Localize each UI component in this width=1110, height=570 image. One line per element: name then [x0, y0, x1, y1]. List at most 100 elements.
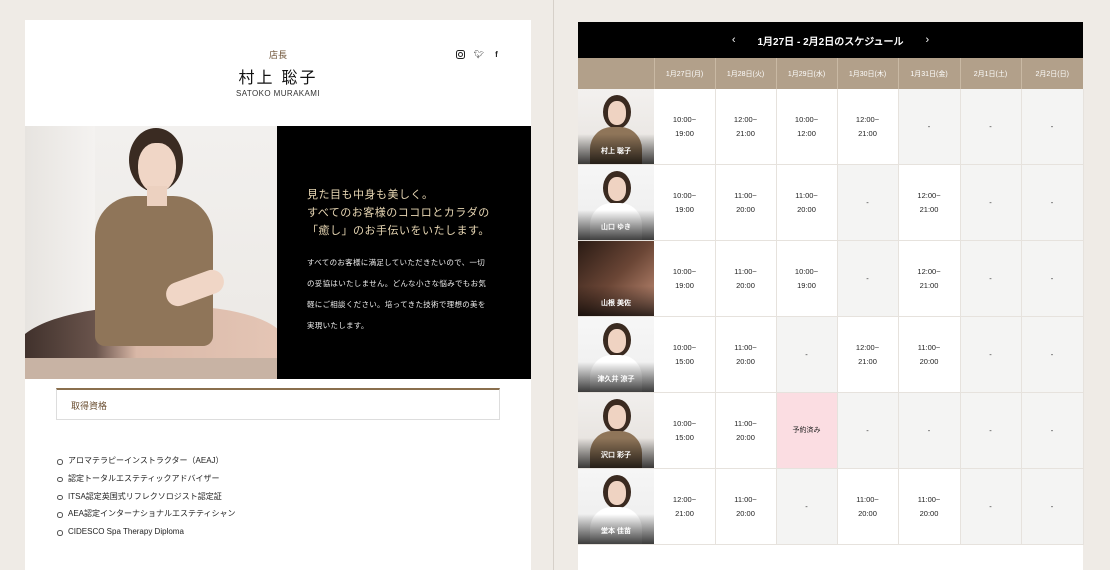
qualification-item: ITSA認定英国式リフレクソロジスト認定証 — [56, 488, 236, 506]
schedule-slot: - — [1021, 468, 1084, 545]
staff-cell[interactable]: 沢口 彩子 — [578, 392, 655, 469]
staff-schedule-row: 堂本 佳苗 12:00~ 21:00 11:00~ 20:00-11:00~ 20:… — [578, 468, 1084, 545]
schedule-slot[interactable]: 12:00~ 21:00 — [715, 89, 777, 165]
qualification-item: AEA認定インターナショナルエステティシャン — [56, 505, 236, 523]
description-line: の妥協はいたしません。どんな小さな悩みでもお気 — [307, 279, 487, 288]
schedule-header: ‹ 1月27日 - 2月2日のスケジュール › — [578, 22, 1083, 58]
schedule-slot: - — [1021, 392, 1084, 469]
profile-hero: 見た目も中身も美しく。 すべてのお客様のココロとカラダの 「癒し」のお手伝いをい… — [25, 126, 531, 379]
schedule-slot: - — [898, 392, 961, 469]
qualifications-title: 取得資格 — [71, 402, 108, 412]
schedule-slot: - — [960, 89, 1022, 165]
staff-name-en: SATOKO MURAKAMI — [236, 89, 320, 98]
lead-line: すべてのお客様のココロとカラダの — [307, 206, 490, 219]
schedule-slot[interactable]: 11:00~ 20:00 — [898, 316, 961, 393]
staff-cell[interactable]: 村上 聡子 — [578, 89, 655, 165]
schedule-slot: - — [960, 164, 1022, 241]
staff-schedule-row: 村上 聡子 10:00~ 19:00 12:00~ 21:00 10:00~ 12:0… — [578, 89, 1084, 165]
day-header: 1月27日(月) — [654, 58, 716, 89]
schedule-slot: - — [1021, 164, 1084, 241]
schedule-slot[interactable]: 10:00~ 15:00 — [654, 316, 716, 393]
schedule-slot: - — [1021, 316, 1084, 393]
schedule-slot[interactable]: 12:00~ 21:00 — [837, 316, 899, 393]
schedule-slot[interactable]: 10:00~ 19:00 — [776, 240, 838, 317]
schedule-slot[interactable]: 12:00~ 21:00 — [837, 89, 899, 165]
staff-name: 山口 ゆき — [601, 224, 631, 231]
day-header: 1月31日(金) — [898, 58, 961, 89]
schedule-slot: - — [960, 468, 1022, 545]
schedule-slot[interactable]: 10:00~ 19:00 — [654, 164, 716, 241]
schedule-slot: - — [960, 316, 1022, 393]
qualification-item: 認定トータルエステティックアドバイザー — [56, 470, 236, 488]
instagram-icon[interactable] — [456, 50, 465, 59]
staff-name-jp: 村上 聡子 — [238, 68, 318, 87]
lead-line: 「癒し」のお手伝いをいたします。 — [307, 224, 490, 237]
schedule-slot[interactable]: 11:00~ 20:00 — [837, 468, 899, 545]
schedule-slot[interactable]: 予約済み — [776, 392, 838, 469]
staff-schedule-row: 津久井 涼子 10:00~ 15:00 11:00~ 20:00-12:00~ 21… — [578, 316, 1084, 393]
staff-thumbnail[interactable]: 沢口 彩子 — [578, 393, 654, 468]
staff-schedule-row: 山口 ゆき 10:00~ 19:00 11:00~ 20:00 11:00~ 20:0… — [578, 164, 1084, 241]
profile-description: すべてのお客様に満足していただきたいので、一切 の妥協はいたしません。どんな小さ… — [307, 252, 507, 336]
next-week-button[interactable]: › — [926, 34, 930, 46]
schedule-slot[interactable]: 11:00~ 20:00 — [715, 316, 777, 393]
schedule-slot[interactable]: 12:00~ 21:00 — [898, 240, 961, 317]
schedule-slot[interactable]: 10:00~ 12:00 — [776, 89, 838, 165]
facebook-icon[interactable]: f — [492, 50, 501, 59]
day-header: 1月30日(木) — [837, 58, 899, 89]
twitter-icon[interactable]: 🐦︎ — [474, 50, 484, 59]
schedule-slot[interactable]: 11:00~ 20:00 — [715, 468, 777, 545]
staff-thumbnail[interactable]: 村上 聡子 — [578, 89, 654, 164]
schedule-slot: - — [1021, 89, 1084, 165]
schedule-slot: - — [837, 240, 899, 317]
schedule-slot: - — [776, 468, 838, 545]
qualification-item: アロマテラピーインストラクター（AEAJ） — [56, 452, 236, 470]
staff-photo — [25, 126, 277, 379]
staff-name: 沢口 彩子 — [601, 452, 631, 459]
staff-column-header — [578, 58, 655, 89]
schedule-slot[interactable]: 11:00~ 20:00 — [898, 468, 961, 545]
description-line: 実現いたします。 — [307, 321, 369, 330]
staff-cell[interactable]: 山口 ゆき — [578, 164, 655, 241]
staff-thumbnail[interactable]: 山口 ゆき — [578, 165, 654, 240]
qualification-item: CIDESCO Spa Therapy Diploma — [56, 523, 236, 541]
staff-schedule-row: 山根 美佐 10:00~ 19:00 11:00~ 20:00 10:00~ 19:0… — [578, 240, 1084, 317]
staff-name: 津久井 涼子 — [597, 376, 635, 383]
column-divider — [553, 0, 554, 570]
schedule-slot[interactable]: 12:00~ 21:00 — [898, 164, 961, 241]
staff-schedule-row: 沢口 彩子 10:00~ 15:00 11:00~ 20:00 予約済み - - - - — [578, 392, 1084, 469]
day-header: 1月29日(水) — [776, 58, 838, 89]
description-line: すべてのお客様に満足していただきたいので、一切 — [307, 258, 486, 267]
staff-name: 堂本 佳苗 — [601, 528, 631, 535]
prev-week-button[interactable]: ‹ — [732, 34, 736, 46]
schedule-slot[interactable]: 10:00~ 19:00 — [654, 240, 716, 317]
schedule-slot[interactable]: 11:00~ 20:00 — [715, 164, 777, 241]
schedule-slot: - — [898, 89, 961, 165]
profile-header: 店長 村上 聡子 SATOKO MURAKAMI 🐦︎ f — [25, 20, 531, 126]
profile-message: 見た目も中身も美しく。 すべてのお客様のココロとカラダの 「癒し」のお手伝いをい… — [277, 126, 531, 379]
staff-thumbnail[interactable]: 津久井 涼子 — [578, 317, 654, 392]
profile-lead: 見た目も中身も美しく。 すべてのお客様のココロとカラダの 「癒し」のお手伝いをい… — [307, 186, 531, 240]
schedule-slot: - — [837, 164, 899, 241]
staff-name: 村上 聡子 — [601, 148, 631, 155]
day-header: 2月1日(土) — [960, 58, 1022, 89]
day-header: 1月28日(火) — [715, 58, 777, 89]
schedule-slot[interactable]: 11:00~ 20:00 — [776, 164, 838, 241]
staff-cell[interactable]: 堂本 佳苗 — [578, 468, 655, 545]
schedule-slot[interactable]: 10:00~ 15:00 — [654, 392, 716, 469]
qualifications-list: アロマテラピーインストラクター（AEAJ） 認定トータルエステティックアドバイザ… — [56, 452, 236, 541]
schedule-slot[interactable]: 11:00~ 20:00 — [715, 392, 777, 469]
staff-thumbnail[interactable]: 堂本 佳苗 — [578, 469, 654, 544]
staff-cell[interactable]: 山根 美佐 — [578, 240, 655, 317]
schedule-slot[interactable]: 12:00~ 21:00 — [654, 468, 716, 545]
schedule-slot: - — [960, 240, 1022, 317]
schedule-slot[interactable]: 10:00~ 19:00 — [654, 89, 716, 165]
staff-cell[interactable]: 津久井 涼子 — [578, 316, 655, 393]
schedule-slot: - — [837, 392, 899, 469]
social-links: 🐦︎ f — [456, 50, 501, 59]
staff-thumbnail[interactable]: 山根 美佐 — [578, 241, 654, 316]
schedule-slot[interactable]: 11:00~ 20:00 — [715, 240, 777, 317]
qualifications-heading-box: 取得資格 — [56, 388, 500, 420]
schedule-title: 1月27日 - 2月2日のスケジュール — [757, 36, 904, 48]
day-header-row: 1月27日(月) 1月28日(火) 1月29日(水) 1月30日(木) 1月31… — [578, 58, 1083, 89]
